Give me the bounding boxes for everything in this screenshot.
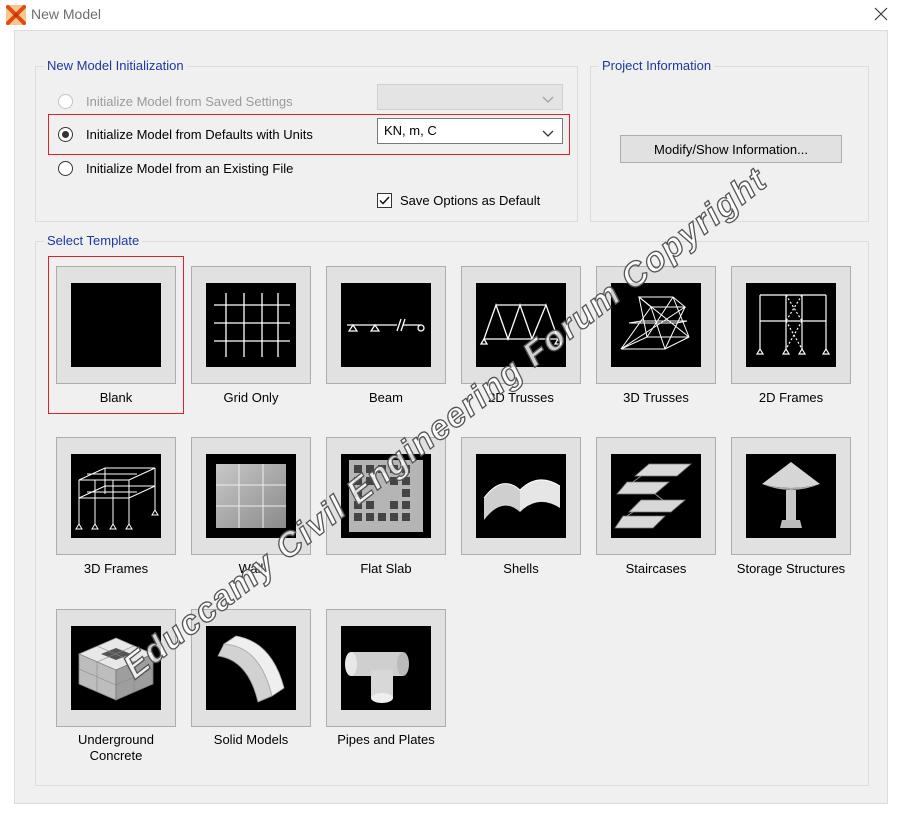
initialization-group-title: New Model Initialization [44,58,187,74]
chevron-down-icon [542,92,554,107]
wall-template-icon [206,454,296,538]
dialog-body: New Model Initialization Initialize Mode… [14,30,888,804]
template-flat-slab[interactable] [326,437,446,555]
grid-only-template-icon [206,283,296,367]
template-2d-frames[interactable] [731,266,851,384]
template-staircases-label: Staircases [625,561,687,576]
flat-slab-template-icon [341,454,431,538]
template-solid-models[interactable] [191,609,311,727]
radio-button[interactable] [58,93,73,109]
radio-button[interactable] [58,160,73,176]
template-beam-label: Beam [369,390,403,405]
template-shells-label: Shells [503,561,539,576]
template-staircases[interactable] [596,437,716,555]
template-pipes-and-plates-label: Pipes and Plates [337,732,435,747]
template-2d-trusses-label: 2D Trusses [488,390,554,405]
2d-trusses-template-icon [476,283,566,367]
template-3d-trusses-label: 3D Trusses [623,390,689,405]
modify-show-information-button[interactable]: Modify/Show Information... [620,135,842,163]
shells-template-icon [476,454,566,538]
3d-frames-template-icon [71,454,161,538]
template-solid-models-label: Solid Models [213,732,289,747]
close-icon [874,7,888,24]
checkmark-icon [379,193,390,208]
template-3d-frames-label: 3D Frames [83,561,149,576]
project-info-group: Project Information Modify/Show Informat… [590,58,869,222]
template-flat-slab-label: Flat Slab [360,561,412,576]
highlight-frame-units [48,114,570,155]
save-as-default-label: Save Options as Default [400,192,541,208]
2d-frames-template-icon [746,283,836,367]
window-title: New Model [31,6,102,22]
radio-existing-file-label: Initialize Model from an Existing File [86,160,294,176]
sap-x-icon [6,5,26,25]
select-template-group-title: Select Template [44,233,143,249]
underground-concrete-template-icon [71,626,161,710]
pipes-and-plates-template-icon [341,626,431,710]
solid-models-template-icon [206,626,296,710]
staircases-template-icon [611,454,701,538]
close-button[interactable] [866,3,896,27]
saved-settings-combo[interactable] [377,84,563,110]
template-3d-trusses[interactable] [596,266,716,384]
radio-existing-file[interactable]: Initialize Model from an Existing File [58,158,293,178]
template-beam[interactable] [326,266,446,384]
template-2d-trusses[interactable] [461,266,581,384]
template-wall[interactable] [191,437,311,555]
template-pipes-and-plates[interactable] [326,609,446,727]
template-storage-structures-label: Storage Structures [736,561,846,576]
template-underground-concrete[interactable] [56,609,176,727]
template-3d-frames[interactable] [56,437,176,555]
checkbox[interactable] [377,192,392,208]
highlight-frame-blank-template [48,256,184,414]
3d-trusses-template-icon [611,283,701,367]
template-wall-label: Wall [238,561,264,576]
project-info-group-title: Project Information [599,58,715,74]
radio-saved-settings-label: Initialize Model from Saved Settings [86,93,293,109]
template-2d-frames-label: 2D Frames [758,390,824,405]
radio-saved-settings[interactable]: Initialize Model from Saved Settings [58,91,293,111]
save-as-default-checkbox[interactable]: Save Options as Default [377,191,540,209]
template-shells[interactable] [461,437,581,555]
storage-structures-template-icon [746,454,836,538]
beam-template-icon [341,283,431,367]
template-storage-structures[interactable] [731,437,851,555]
template-grid-only[interactable] [191,266,311,384]
template-underground-concrete-label: Underground Concrete [78,732,154,763]
title-bar: New Model [0,0,902,30]
template-grid-only-label: Grid Only [223,390,279,405]
